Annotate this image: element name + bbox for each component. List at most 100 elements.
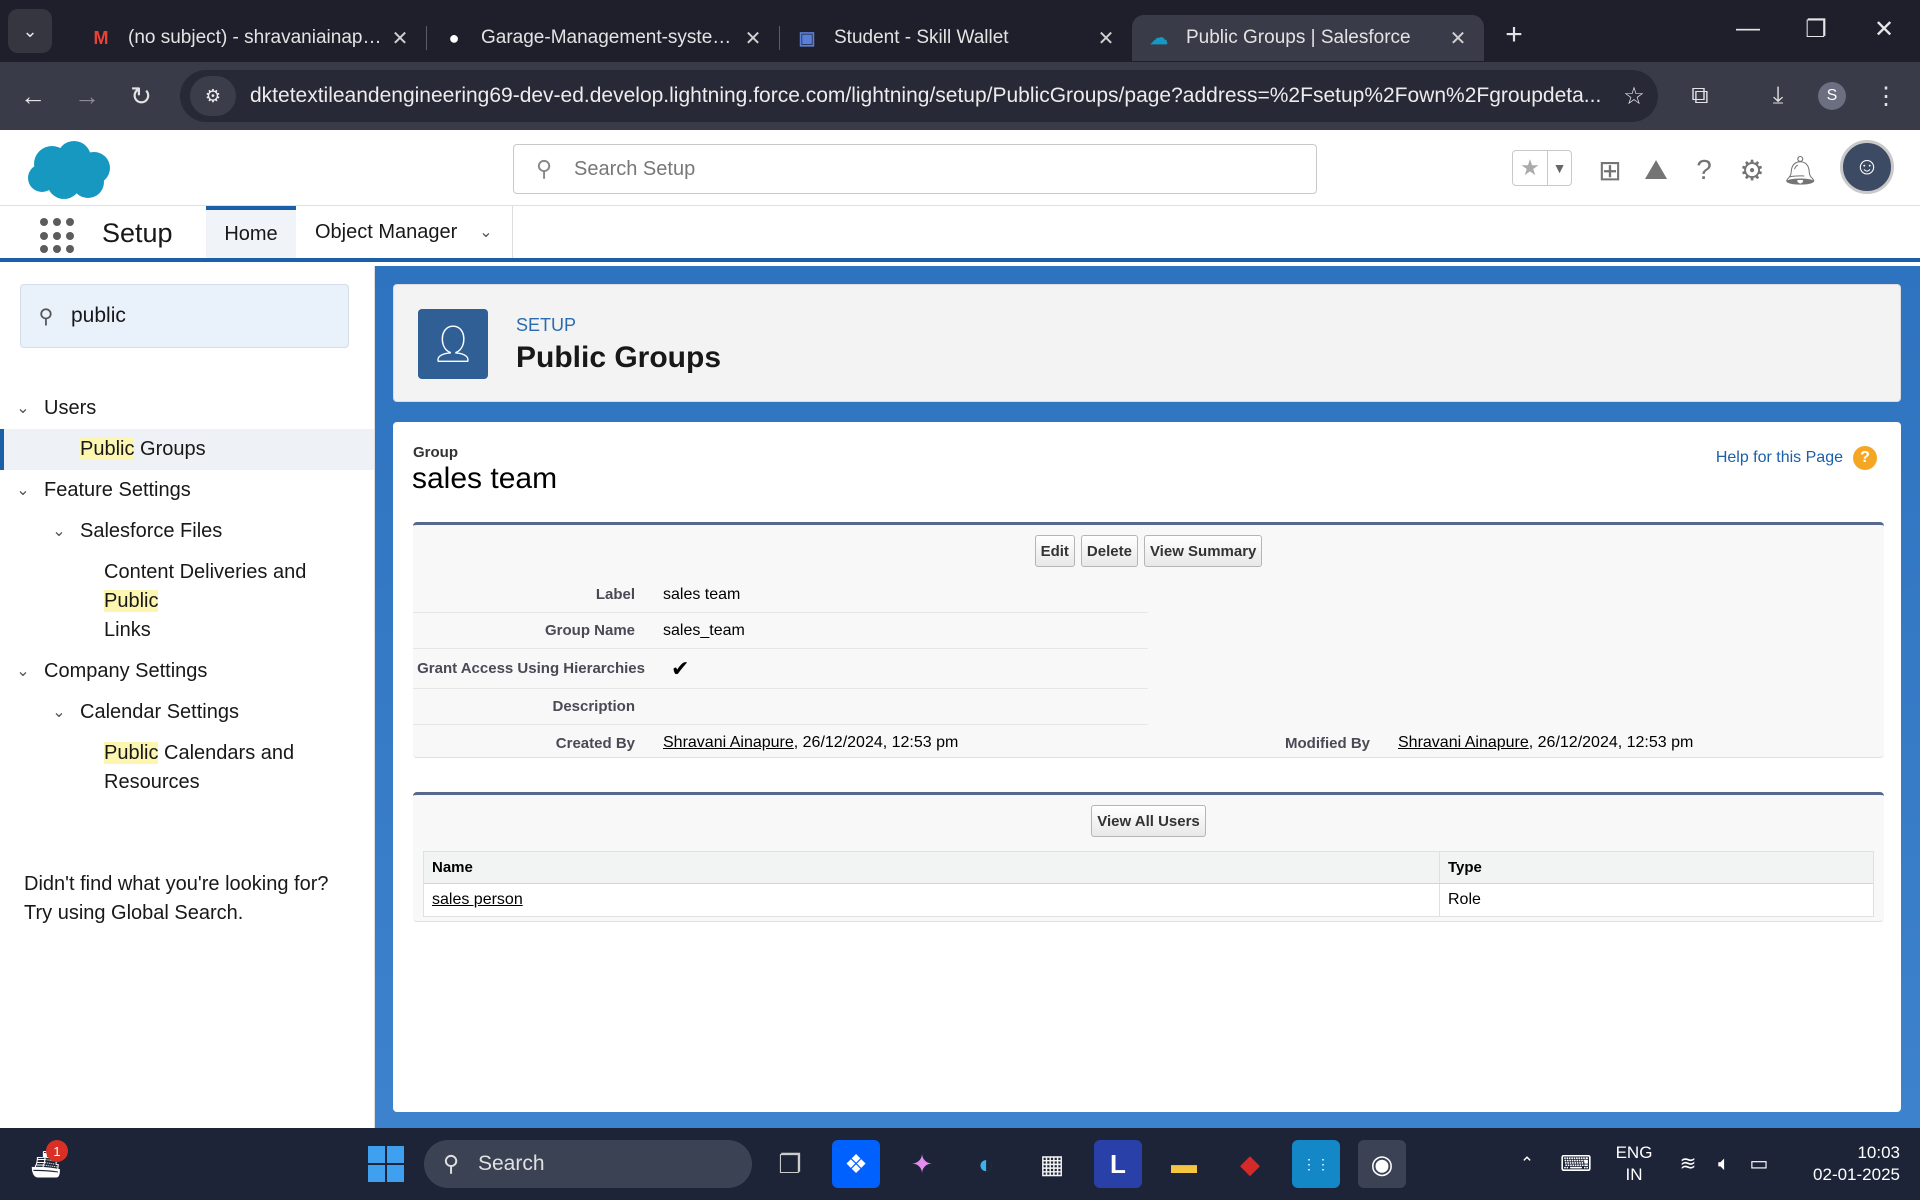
- quick-find-input[interactable]: ⚲ public: [20, 284, 349, 348]
- file-explorer-icon[interactable]: ▬: [1160, 1140, 1208, 1188]
- salesforce-header: ⚲ Search Setup ★ ▼ ⊞ ⛰ ? ⚙ 🔔︎ ☺: [0, 130, 1920, 206]
- github-icon: ●: [448, 27, 460, 48]
- trailhead-icon[interactable]: ⛰: [1638, 150, 1674, 190]
- chevron-down-icon[interactable]: ⌄: [48, 698, 70, 727]
- column-header-name[interactable]: Name: [424, 852, 1440, 883]
- tree-item-public-calendars[interactable]: Public Calendars and Resources: [0, 733, 374, 803]
- taskbar-search[interactable]: ⚲ Search: [424, 1140, 752, 1188]
- modified-by-link[interactable]: Shravani Ainapure: [1398, 734, 1529, 751]
- reload-icon[interactable]: ↻: [114, 69, 168, 123]
- tree-item-public-groups[interactable]: Public Groups: [0, 429, 374, 470]
- browser-tab-github[interactable]: ● Garage-Management-system/P ✕: [427, 15, 779, 61]
- url-text[interactable]: dktetextileandengineering69-dev-ed.devel…: [250, 84, 1610, 108]
- browser-tab-gmail[interactable]: M (no subject) - shravaniainapure( ✕: [74, 15, 426, 61]
- restore-icon[interactable]: ❐: [1782, 0, 1850, 58]
- salesforce-logo[interactable]: [22, 138, 114, 202]
- global-search-link[interactable]: Try using Global Search.: [24, 899, 364, 928]
- tree-item-users[interactable]: ⌄ Users: [0, 388, 374, 429]
- battery-icon[interactable]: ▭: [1742, 1128, 1776, 1200]
- l-app-icon[interactable]: L: [1094, 1140, 1142, 1188]
- lang-line2: IN: [1625, 1165, 1643, 1184]
- close-window-icon[interactable]: ✕: [1850, 0, 1918, 58]
- close-tab-icon[interactable]: ✕: [388, 26, 412, 51]
- help-link-text[interactable]: Help for this Page: [1716, 449, 1843, 467]
- tab-home[interactable]: Home: [206, 206, 296, 258]
- mcafee-icon[interactable]: ◆: [1226, 1140, 1274, 1188]
- tray-chevron-icon[interactable]: ⌃: [1510, 1128, 1544, 1200]
- group-members-section: View All Users Name Type sales person Ro…: [413, 792, 1884, 922]
- wifi-icon[interactable]: ≋: [1672, 1128, 1704, 1200]
- weather-widget-icon[interactable]: 🚢︎ 1: [22, 1140, 70, 1188]
- minimize-icon[interactable]: —: [1714, 0, 1782, 58]
- favorites-button[interactable]: ★ ▼: [1512, 150, 1572, 186]
- bookmark-star-icon[interactable]: ☆: [1610, 82, 1658, 111]
- search-highlight: Public: [104, 742, 159, 764]
- tree-item-company-settings[interactable]: ⌄ Company Settings: [0, 651, 374, 692]
- back-icon[interactable]: ←: [6, 69, 60, 123]
- created-by-link[interactable]: Shravani Ainapure: [663, 734, 794, 751]
- browser-tab-salesforce[interactable]: ☁ Public Groups | Salesforce ✕: [1132, 15, 1484, 61]
- address-bar[interactable]: ⚙ dktetextileandengineering69-dev-ed.dev…: [180, 70, 1658, 122]
- view-summary-button[interactable]: View Summary: [1143, 535, 1263, 567]
- close-tab-icon[interactable]: ✕: [1094, 26, 1118, 51]
- chevron-down-icon[interactable]: ⌄: [12, 394, 34, 423]
- windows-start-icon[interactable]: [362, 1140, 410, 1188]
- chevron-down-icon[interactable]: ⌄: [48, 517, 70, 546]
- tab-search-button[interactable]: ⌄: [8, 9, 52, 53]
- copilot-icon[interactable]: ✦: [898, 1140, 946, 1188]
- tree-item-content-deliveries[interactable]: Content Deliveries and Public Links: [0, 552, 374, 651]
- volume-icon[interactable]: 🔈︎: [1708, 1128, 1740, 1200]
- tree-label-post: Calendars and: [158, 742, 295, 764]
- close-tab-icon[interactable]: ✕: [1446, 26, 1470, 51]
- user-avatar[interactable]: ☺: [1840, 140, 1894, 194]
- not-found-line1: Didn't find what you're looking for?: [24, 873, 329, 895]
- browser-menu-icon[interactable]: ⋮: [1862, 72, 1910, 120]
- help-icon[interactable]: ?: [1686, 150, 1722, 190]
- delete-button[interactable]: Delete: [1080, 535, 1138, 567]
- tree-item-salesforce-files[interactable]: ⌄ Salesforce Files: [0, 511, 374, 552]
- profile-button[interactable]: S: [1808, 72, 1856, 120]
- setup-search-input[interactable]: ⚲ Search Setup: [513, 144, 1317, 194]
- help-icon[interactable]: ?: [1853, 446, 1877, 470]
- cisco-icon[interactable]: ⋮⋮: [1292, 1140, 1340, 1188]
- chrome-icon[interactable]: ◉: [1358, 1140, 1406, 1188]
- gear-icon[interactable]: ⚙: [1734, 150, 1770, 190]
- notification-badge: 1: [46, 1140, 68, 1162]
- column-header-type[interactable]: Type: [1440, 859, 1482, 876]
- dropbox-icon[interactable]: ❖: [832, 1140, 880, 1188]
- site-info-icon[interactable]: ⚙: [190, 76, 236, 116]
- close-tab-icon[interactable]: ✕: [741, 26, 765, 51]
- new-tab-button[interactable]: +: [1494, 15, 1534, 55]
- help-link[interactable]: Help for this Page ?: [1716, 446, 1877, 470]
- task-view-icon[interactable]: ❐: [766, 1140, 814, 1188]
- search-highlight: Public: [104, 590, 159, 612]
- quick-find-value[interactable]: public: [71, 304, 126, 328]
- extensions-icon[interactable]: ⧉: [1676, 72, 1724, 120]
- keyboard-icon[interactable]: ⌨: [1556, 1128, 1596, 1200]
- tree-item-calendar-settings[interactable]: ⌄ Calendar Settings: [0, 692, 374, 733]
- download-icon[interactable]: ⤓: [1754, 72, 1802, 120]
- chevron-down-icon[interactable]: ⌄: [12, 657, 34, 686]
- forward-icon[interactable]: →: [60, 69, 114, 123]
- view-all-users-button[interactable]: View All Users: [1091, 805, 1206, 837]
- bell-icon[interactable]: 🔔︎: [1782, 150, 1818, 190]
- edge-icon[interactable]: ◐: [962, 1140, 1010, 1188]
- edit-button[interactable]: Edit: [1034, 535, 1075, 567]
- group-eyebrow: Group: [413, 444, 458, 461]
- avatar-icon: ☺: [1854, 153, 1880, 180]
- browser-tab-skillwallet[interactable]: ▣ Student - Skill Wallet ✕: [780, 15, 1132, 61]
- member-link[interactable]: sales person: [432, 891, 523, 909]
- clock[interactable]: 10:03 02-01-2025: [1790, 1128, 1900, 1200]
- tree-item-feature-settings[interactable]: ⌄ Feature Settings: [0, 470, 374, 511]
- search-icon: ⚲: [38, 305, 54, 328]
- language-indicator[interactable]: ENG IN: [1606, 1128, 1662, 1200]
- tab-object-manager[interactable]: Object Manager ⌄: [297, 206, 511, 258]
- page-title: Public Groups: [516, 341, 722, 374]
- modified-date: , 26/12/2024, 12:53 pm: [1528, 734, 1694, 751]
- chevron-down-icon[interactable]: ⌄: [12, 476, 34, 505]
- store-icon[interactable]: ▦: [1028, 1140, 1076, 1188]
- chevron-down-icon[interactable]: ▼: [1547, 151, 1571, 185]
- app-launcher-icon[interactable]: [40, 218, 76, 254]
- global-actions-icon[interactable]: ⊞: [1592, 150, 1628, 190]
- chevron-down-icon[interactable]: ⌄: [479, 222, 492, 242]
